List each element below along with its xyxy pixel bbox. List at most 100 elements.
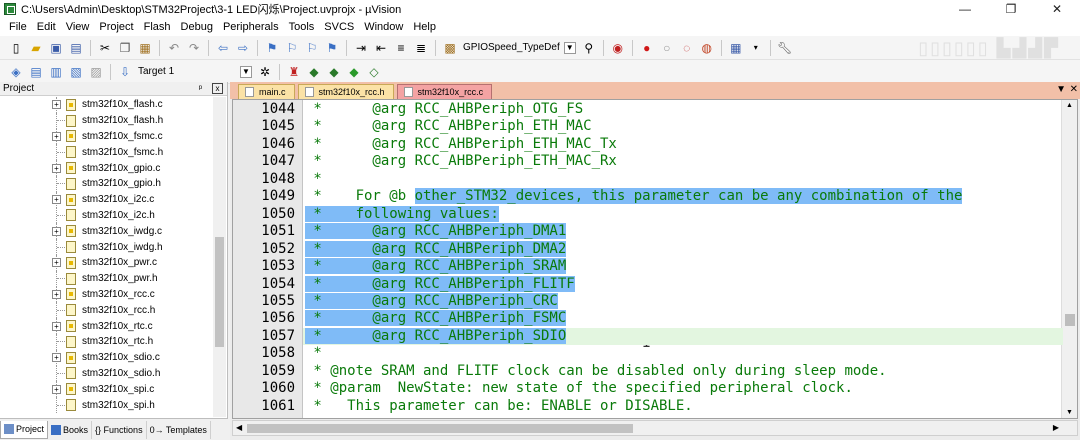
tree-file-item[interactable]: + stm32f10x_gpio.c (0, 160, 213, 176)
code-line[interactable]: 1048 * (233, 171, 1077, 188)
select-packs-icon[interactable]: ◆ (326, 64, 342, 80)
expand-icon[interactable]: + (52, 226, 61, 236)
tree-file-item[interactable]: + stm32f10x_flash.c (0, 97, 213, 113)
tree-file-item[interactable]: + stm32f10x_fsmc.c (0, 128, 213, 145)
menu-window[interactable]: Window (359, 18, 408, 36)
tree-file-item[interactable]: + stm32f10x_i2c.c (0, 191, 213, 208)
configure-icon[interactable]: 🔧︎ (777, 40, 793, 56)
manage-components-icon[interactable]: ◆ (306, 64, 322, 80)
code-line[interactable]: 1056 * @arg RCC_AHBPeriph_FSMC (233, 310, 1077, 327)
expand-icon[interactable]: + (52, 289, 61, 299)
cut-icon[interactable]: ✂ (97, 40, 113, 56)
menu-help[interactable]: Help (408, 18, 441, 36)
menu-flash[interactable]: Flash (139, 18, 176, 36)
restore-button[interactable]: ❐ (988, 0, 1034, 18)
tree-file-item[interactable]: stm32f10x_iwdg.h (0, 239, 213, 255)
prev-bookmark-icon[interactable]: ⚐ (284, 40, 300, 56)
chevron-down-icon[interactable]: ▾ (748, 40, 764, 56)
close-icon[interactable]: ✕ (1070, 84, 1078, 95)
tree-file-item[interactable]: stm32f10x_sdio.h (0, 365, 213, 382)
tree-file-item[interactable]: + stm32f10x_rcc.c (0, 286, 213, 303)
expand-icon[interactable]: + (52, 131, 61, 141)
paste-icon[interactable]: ▦ (137, 40, 153, 56)
bookmark-icon[interactable]: ⚑ (264, 40, 280, 56)
find-in-files-icon[interactable]: ▩ (442, 40, 458, 56)
kill-all-breakpoints-icon[interactable]: ◍ (699, 40, 715, 56)
build-icon[interactable]: ▤ (28, 64, 44, 80)
tab-project[interactable]: Project (0, 420, 49, 439)
unindent-icon[interactable]: ⇤ (373, 40, 389, 56)
menu-project[interactable]: Project (94, 18, 138, 36)
code-line[interactable]: 1058 * (233, 345, 1077, 362)
kill-breakpoints-icon[interactable]: ◌ (679, 40, 695, 56)
tree-file-item[interactable]: stm32f10x_flash.h (0, 112, 213, 129)
next-bookmark-icon[interactable]: ⚐ (304, 40, 320, 56)
tree-file-item[interactable]: stm32f10x_fsmc.h (0, 144, 213, 161)
stop-build-icon[interactable]: ▨ (88, 64, 104, 80)
target-options-icon[interactable]: ✲ (257, 64, 273, 80)
menu-tools[interactable]: Tools (284, 18, 320, 36)
save-all-icon[interactable]: ▤ (68, 40, 84, 56)
start-debug-icon[interactable]: ◉ (610, 40, 626, 56)
code-line[interactable]: 1060 * @param NewState: new state of the… (233, 380, 1077, 397)
window-layout-icon[interactable]: ▦ (728, 40, 744, 56)
close-icon[interactable]: x (212, 83, 223, 94)
code-line[interactable]: 1059 * @note SRAM and FLITF clock can be… (233, 363, 1077, 380)
tree-file-item[interactable]: stm32f10x_i2c.h (0, 207, 213, 224)
expand-icon[interactable]: + (52, 258, 61, 268)
undo-icon[interactable]: ↶ (166, 40, 182, 56)
tree-file-item[interactable]: stm32f10x_rtc.h (0, 333, 213, 350)
tab-books[interactable]: Books (48, 420, 93, 439)
tree-file-item[interactable]: stm32f10x_rcc.h (0, 302, 213, 319)
expand-icon[interactable]: + (52, 163, 61, 173)
scrollbar-thumb[interactable] (215, 237, 224, 347)
clear-bookmarks-icon[interactable]: ⚑ (324, 40, 340, 56)
pack-installer-icon[interactable]: ◆ (346, 64, 362, 80)
download-icon[interactable]: ⇩ (117, 64, 133, 80)
save-icon[interactable]: ▣ (48, 40, 64, 56)
expand-icon[interactable]: + (52, 353, 61, 363)
tree-file-item[interactable]: stm32f10x_spi.h (0, 397, 213, 413)
uncomment-icon[interactable]: ≣ (413, 40, 429, 56)
nav-forward-icon[interactable]: ⇨ (235, 40, 251, 56)
batch-build-icon[interactable]: ▧ (68, 64, 84, 80)
code-line[interactable]: 1049 * For @b other_STM32_devices, this … (233, 188, 1077, 205)
editor-horizontal-scrollbar[interactable]: ◀ ▶ (232, 420, 1078, 436)
rebuild-icon[interactable]: ▥ (48, 64, 64, 80)
nav-back-icon[interactable]: ⇦ (215, 40, 231, 56)
code-line[interactable]: 1055 * @arg RCC_AHBPeriph_CRC (233, 292, 1077, 310)
tab-templates[interactable]: 0→ Templates (147, 420, 211, 439)
tree-file-item[interactable]: + stm32f10x_pwr.c (0, 254, 213, 271)
new-file-icon[interactable]: ▯ (8, 40, 24, 56)
tab-functions[interactable]: {} Functions (92, 420, 147, 439)
code-line[interactable]: 1057 * @arg RCC_AHBPeriph_SDIO (233, 327, 1077, 346)
tree-file-item[interactable]: stm32f10x_gpio.h (0, 175, 213, 192)
menu-peripherals[interactable]: Peripherals (218, 18, 284, 36)
close-button[interactable]: ✕ (1034, 0, 1080, 18)
expand-icon[interactable]: + (52, 195, 61, 205)
scroll-left-icon[interactable]: ◀ (236, 423, 242, 432)
menu-file[interactable]: File (4, 18, 32, 36)
code-line[interactable]: 1051 * @arg RCC_AHBPeriph_DMA1 (233, 223, 1077, 240)
code-line[interactable]: 1046 * @arg RCC_AHBPeriph_ETH_MAC_Tx (233, 136, 1077, 153)
file-extensions-icon[interactable]: ♜ (286, 64, 302, 80)
scroll-right-icon[interactable]: ▶ (1053, 423, 1059, 432)
indent-icon[interactable]: ⇥ (353, 40, 369, 56)
editor-tab[interactable]: stm32f10x_rcc.c (396, 84, 493, 99)
menu-svcs[interactable]: SVCS (319, 18, 359, 36)
editor-tab[interactable]: stm32f10x_rcc.h (297, 84, 394, 99)
find-icon[interactable]: ⚲ (581, 40, 597, 56)
code-line[interactable]: 1045 * @arg RCC_AHBPeriph_ETH_MAC (233, 118, 1077, 135)
menu-edit[interactable]: Edit (32, 18, 61, 36)
copy-icon[interactable]: ❐ (117, 40, 133, 56)
pin-icon[interactable]: ᵖ (195, 83, 206, 94)
code-line[interactable]: 1052 * @arg RCC_AHBPeriph_DMA2 (233, 240, 1077, 258)
expand-icon[interactable]: + (52, 384, 61, 394)
code-editor[interactable]: I ▲ ▼ 1044 * @arg RCC_AHBPeriph_OTG_FS10… (232, 99, 1078, 419)
menu-view[interactable]: View (61, 18, 95, 36)
comment-icon[interactable]: ≡ (393, 40, 409, 56)
chevron-down-icon[interactable]: ▼ (1056, 84, 1066, 95)
tree-file-item[interactable]: + stm32f10x_sdio.c (0, 349, 213, 366)
breakpoint-icon[interactable]: ● (639, 40, 655, 56)
editor-tab[interactable]: main.c (238, 84, 295, 99)
